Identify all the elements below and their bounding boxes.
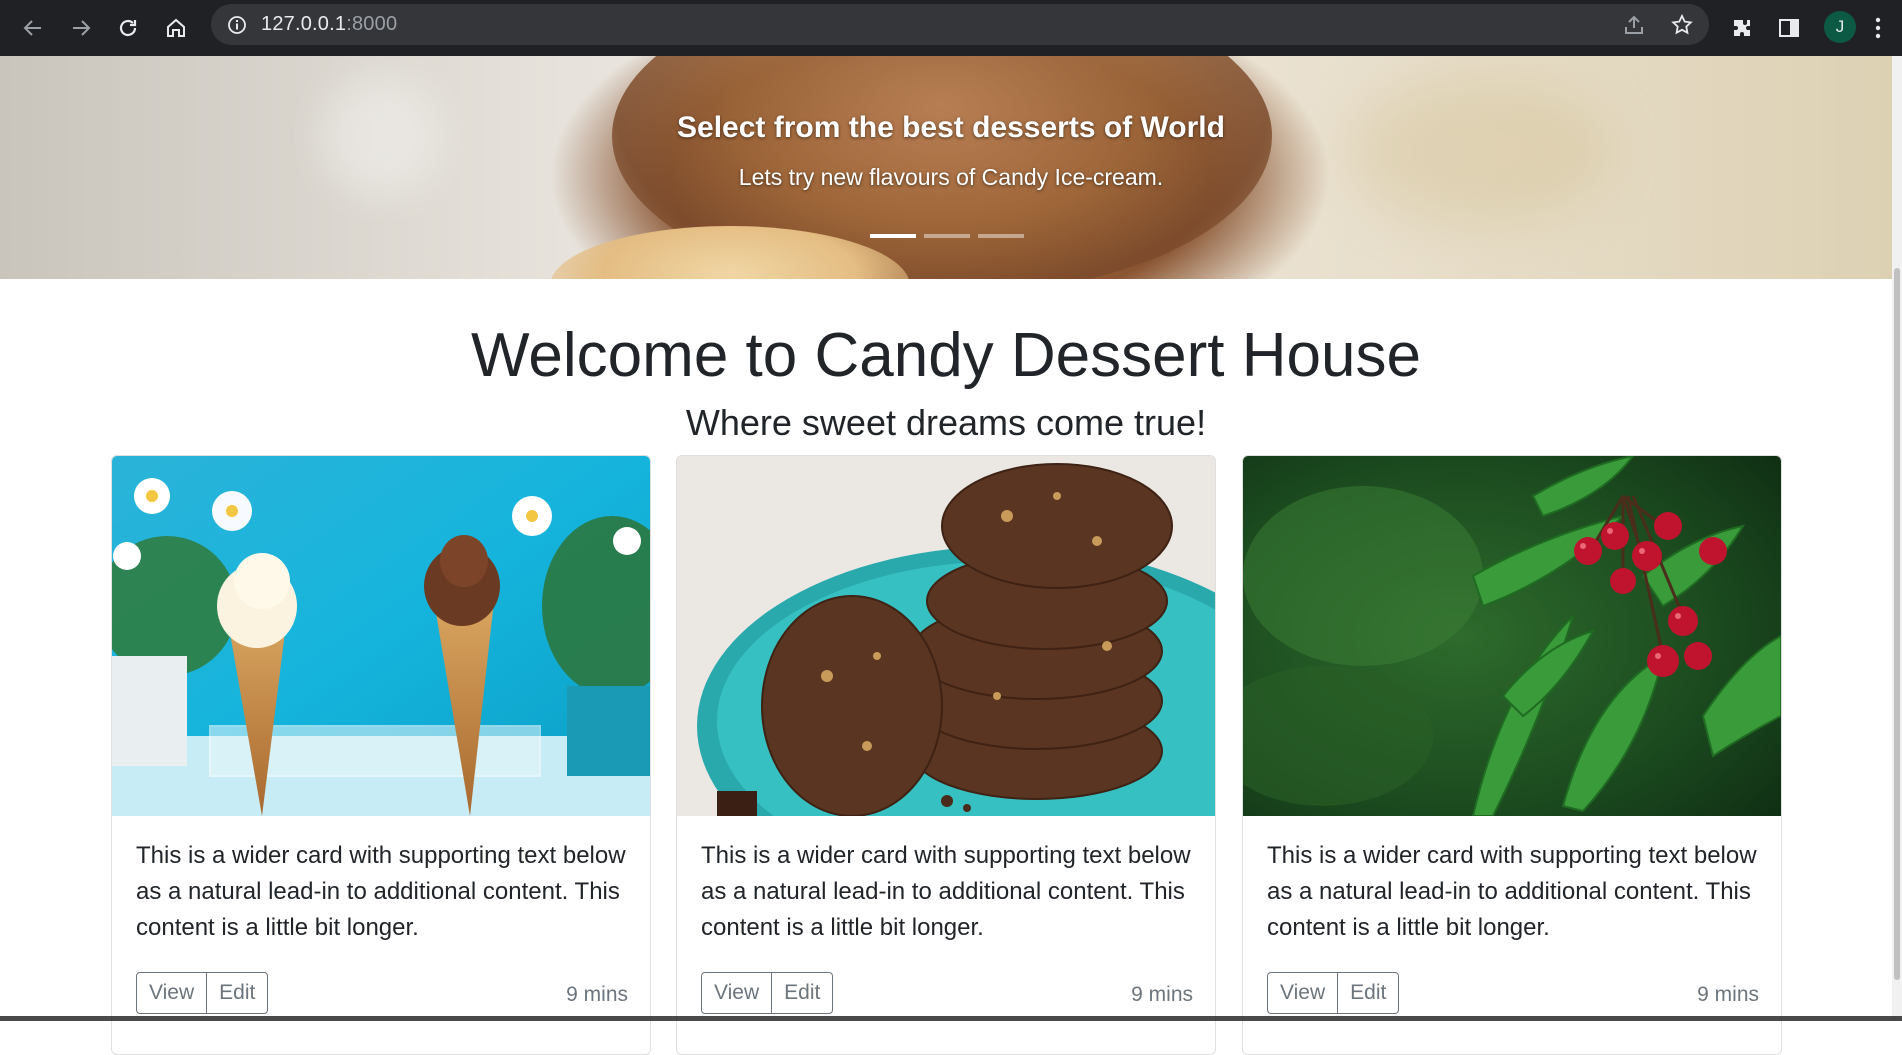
carousel-indicator[interactable] <box>870 234 916 238</box>
side-panel-icon <box>1779 19 1799 37</box>
address-bar[interactable]: 127.0.0.1:8000 <box>211 4 1709 45</box>
back-button[interactable] <box>15 10 51 46</box>
carousel-caption-subtitle: Lets try new flavours of Candy Ice-cream… <box>738 164 1164 190</box>
home-icon <box>167 18 185 37</box>
chocolate-cookies-photo <box>677 456 1215 816</box>
page-tagline: Where sweet dreams come true! <box>685 402 1207 443</box>
home-button[interactable] <box>158 10 194 46</box>
card-time: 9 mins <box>566 983 628 1006</box>
hero-background-blur <box>1350 76 1610 226</box>
url-text[interactable]: 127.0.0.1:8000 <box>261 4 397 45</box>
view-button[interactable]: View <box>1267 972 1339 1014</box>
carousel-indicators <box>870 234 1024 238</box>
url-host: 127.0.0.1 <box>261 13 347 35</box>
menu-button[interactable] <box>1866 10 1890 46</box>
profile-avatar[interactable]: J <box>1824 11 1856 43</box>
forward-button[interactable] <box>63 10 99 46</box>
url-port: :8000 <box>346 13 398 35</box>
dessert-card: This is a wider card with supporting tex… <box>111 455 651 1055</box>
browser-toolbar: 127.0.0.1:8000 J <box>0 0 1902 56</box>
card-button-group: View Edit <box>701 972 834 1014</box>
card-time: 9 mins <box>1697 983 1759 1006</box>
forward-icon <box>73 20 91 36</box>
side-panel-button[interactable] <box>1771 10 1807 46</box>
card-button-group: View Edit <box>1267 972 1400 1014</box>
cherries-photo <box>1243 456 1781 816</box>
carousel-indicator[interactable] <box>978 234 1024 238</box>
extensions-button[interactable] <box>1724 10 1760 46</box>
card-text: This is a wider card with supporting tex… <box>701 842 1191 941</box>
extensions-icon <box>1734 20 1750 36</box>
share-button[interactable] <box>1621 12 1647 38</box>
window-bottom-edge <box>0 1016 1902 1021</box>
carousel-caption-title: Select from the best desserts of World <box>677 111 1225 144</box>
bookmark-star-icon <box>1671 13 1693 35</box>
edit-button[interactable]: Edit <box>207 972 269 1014</box>
page-title: Welcome to Candy Dessert House <box>471 321 1421 390</box>
card-button-group: View Edit <box>136 972 269 1014</box>
card-text: This is a wider card with supporting tex… <box>136 842 626 941</box>
dessert-card: This is a wider card with supporting tex… <box>676 455 1216 1055</box>
carousel-indicator[interactable] <box>924 234 970 238</box>
ice-cream-cones-photo <box>112 456 650 816</box>
dessert-card: This is a wider card with supporting tex… <box>1242 455 1782 1055</box>
view-button[interactable]: View <box>136 972 208 1014</box>
bookmark-button[interactable] <box>1669 12 1695 38</box>
card-text: This is a wider card with supporting tex… <box>1267 842 1757 941</box>
view-button[interactable]: View <box>701 972 773 1014</box>
share-icon <box>1625 15 1643 34</box>
back-icon <box>23 20 41 36</box>
page-scrollbar-thumb[interactable] <box>1894 268 1900 980</box>
info-icon[interactable] <box>227 15 247 35</box>
reload-button[interactable] <box>110 10 146 46</box>
edit-button[interactable]: Edit <box>772 972 834 1014</box>
reload-icon <box>119 19 137 37</box>
kebab-menu-icon <box>1875 17 1881 39</box>
card-time: 9 mins <box>1131 983 1193 1006</box>
edit-button[interactable]: Edit <box>1338 972 1400 1014</box>
